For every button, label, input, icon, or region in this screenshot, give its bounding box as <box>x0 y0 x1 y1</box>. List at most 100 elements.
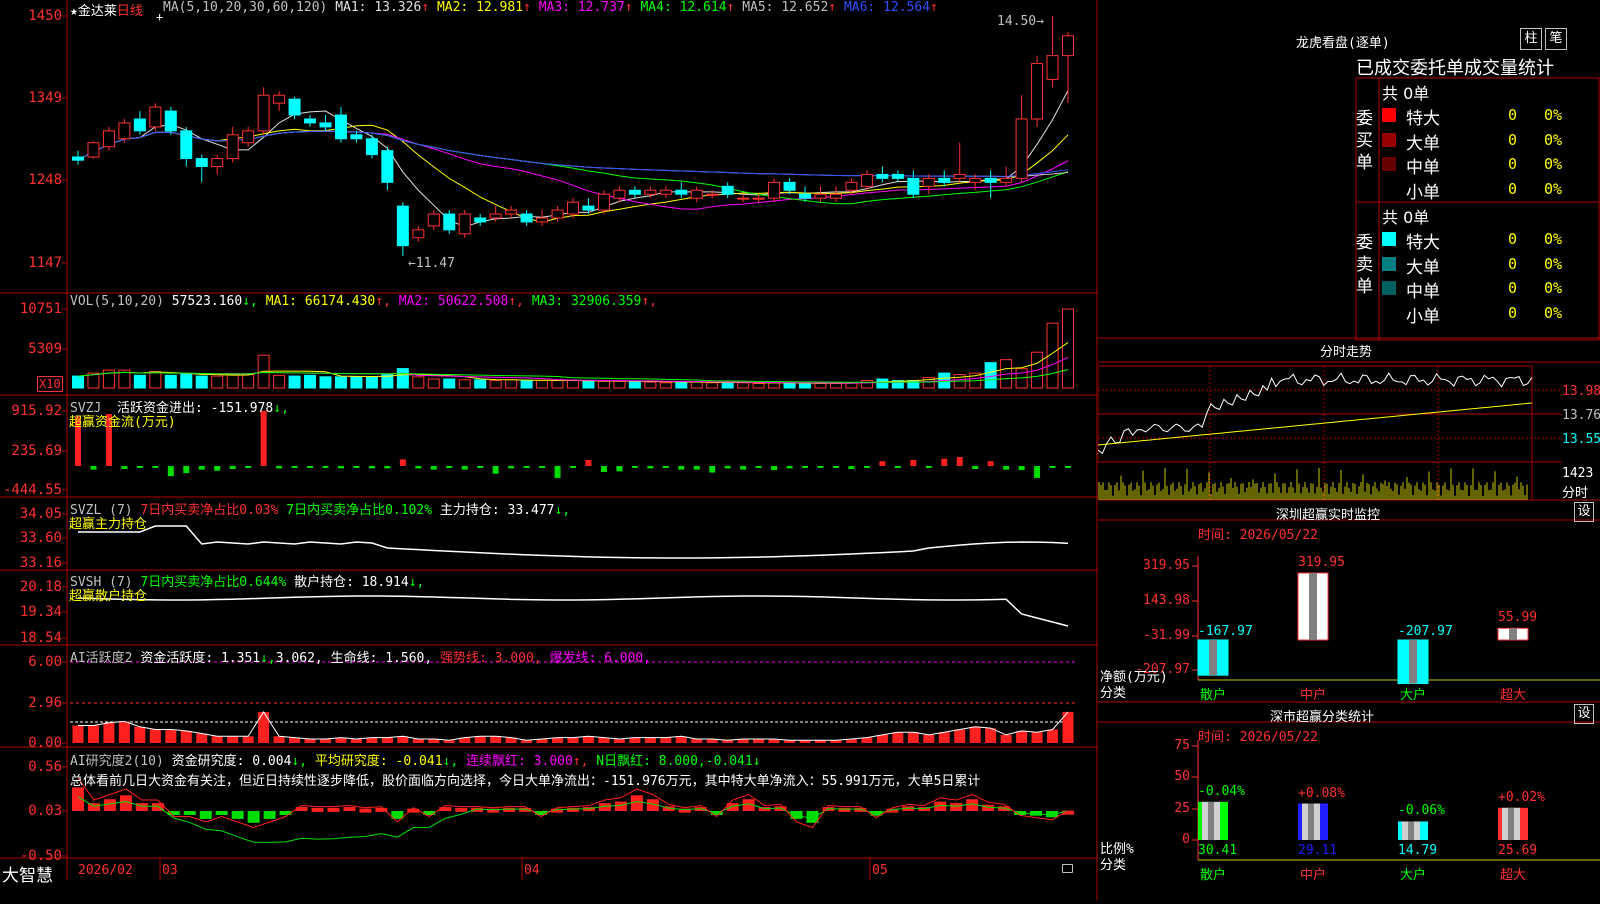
activity-bar <box>412 738 424 743</box>
brand-logo: 大智慧 <box>2 866 53 886</box>
lock-icon[interactable] <box>1062 864 1073 873</box>
svsh-subtitle: 超赢散户持仓 <box>69 589 148 604</box>
vol-unit-button[interactable]: X10 <box>37 376 63 392</box>
candle-body <box>242 130 255 144</box>
vol-ma-3: MA3: 32906.359 <box>531 294 642 309</box>
flow-bar <box>570 466 576 468</box>
candle-body <box>427 213 440 227</box>
cl-change-1: +0.08% <box>1298 785 1345 801</box>
volume-bar <box>628 380 641 389</box>
volume-bar <box>567 380 579 389</box>
candle-body <box>489 213 502 219</box>
tab-tick[interactable]: 笔 <box>1545 28 1567 50</box>
ma5-line <box>77 130 1069 178</box>
ma-value-3: MA3: 12.737 <box>538 0 625 15</box>
volume-bar <box>675 381 688 389</box>
flow-bar <box>941 458 948 466</box>
volume-bar <box>690 381 703 389</box>
volume-bar <box>799 383 812 389</box>
buy-total: 共 0单 <box>1382 84 1430 103</box>
flow-bar <box>322 466 329 468</box>
candle-body <box>1046 55 1059 80</box>
candle-body <box>597 193 610 211</box>
flow-bar <box>693 466 700 470</box>
flow-bar <box>1018 466 1025 471</box>
date-label-2: 04 <box>524 863 540 878</box>
activity-bar <box>644 737 656 743</box>
cl-tick-1: 50 <box>1174 769 1190 784</box>
research-tick-0: 0.56 <box>28 759 62 775</box>
activity-bar <box>118 721 130 743</box>
intraday-price-line <box>1097 372 1533 455</box>
activity-bar <box>582 736 594 743</box>
candle-body <box>891 173 904 179</box>
flow-bar <box>368 466 375 469</box>
right-sidebar: 龙虎看盘(逐单) 柱 笔 已成交委托单成交量统计 委买单 委卖单 共 0单 共 … <box>1097 0 1600 900</box>
ma-header: MA(5,10,20,30,60,120) MA1: 13.326↑ MA2: … <box>163 0 938 15</box>
research-bar <box>455 807 468 812</box>
activity-bar <box>227 736 239 743</box>
volume-bar <box>721 382 734 389</box>
flow-bar <box>554 466 561 478</box>
activity-bar <box>258 711 270 743</box>
ma-arrow-5: ↑ <box>828 0 844 15</box>
sell-row-pct-3: 0% <box>1544 303 1563 322</box>
research-bar <box>327 807 340 812</box>
candle-body <box>845 181 858 191</box>
flow-bar <box>167 466 174 477</box>
buy-row-pct-1: 0% <box>1544 130 1563 149</box>
realtime-settings-button[interactable]: 设 <box>1574 502 1594 522</box>
intraday-axis-0: 13.98 <box>1562 384 1600 399</box>
intraday-vol-label: 1423 <box>1562 466 1594 481</box>
buy-row-count-0: 0 <box>1508 106 1518 124</box>
research-bar <box>311 807 324 812</box>
volume-bar <box>783 382 796 389</box>
candle-body <box>474 217 487 223</box>
intraday-axis-1: 13.76 <box>1562 408 1600 423</box>
candle-body <box>180 130 193 160</box>
flow-bar <box>337 466 344 469</box>
svzj-tick-2: -444.55 <box>2 482 62 498</box>
stock-name: 金达莱 <box>77 4 117 19</box>
buy-row-count-2: 0 <box>1508 155 1518 173</box>
flow-bar <box>662 466 669 468</box>
research-bar <box>503 807 516 812</box>
volume-bar <box>814 383 827 389</box>
sell-row-count-0: 0 <box>1508 230 1518 248</box>
flow-bar <box>492 466 499 474</box>
research-bar <box>439 807 452 812</box>
activity-bar <box>350 738 362 743</box>
volume-bar <box>582 380 595 389</box>
kline-panel[interactable]: ★金达莱日线 + MA(5,10,20,30,60,120) MA1: 13.3… <box>0 0 1098 900</box>
ma-arrow-1: ↑ <box>421 0 437 15</box>
volume-bar <box>334 376 347 389</box>
candle-body <box>613 189 626 199</box>
buy-row-pct-2: 0% <box>1544 155 1563 173</box>
sell-row-pct-2: 0% <box>1544 279 1563 297</box>
research-bar <box>630 795 643 811</box>
ma-value-5: MA5: 12.652 <box>742 0 829 15</box>
candle-body <box>319 122 332 128</box>
flow-bar <box>956 457 963 466</box>
rt-tick-1: 143.98 <box>1143 593 1190 608</box>
flow-bar <box>724 466 731 469</box>
buy-row-swatch-2 <box>1382 157 1396 171</box>
classify-time: 时间: 2026/05/22 <box>1198 730 1318 745</box>
research-bar <box>614 801 627 811</box>
flow-bar <box>631 466 638 468</box>
date-label-3: 05 <box>872 863 888 878</box>
volume-bar <box>211 375 224 389</box>
candle-body <box>211 158 224 167</box>
flow-bar <box>863 466 870 468</box>
candle-body <box>257 94 270 132</box>
volume-bar <box>304 374 317 389</box>
flow-bar <box>802 466 809 468</box>
activity-bar <box>381 737 393 743</box>
activity-bar <box>938 732 950 743</box>
candle-body <box>412 229 425 239</box>
tab-bar[interactable]: 柱 <box>1520 28 1542 50</box>
right-svg <box>1097 77 1600 861</box>
classify-settings-button[interactable]: 设 <box>1574 704 1594 724</box>
rt-bar-shade <box>1509 628 1517 640</box>
volume-bar <box>768 382 781 389</box>
